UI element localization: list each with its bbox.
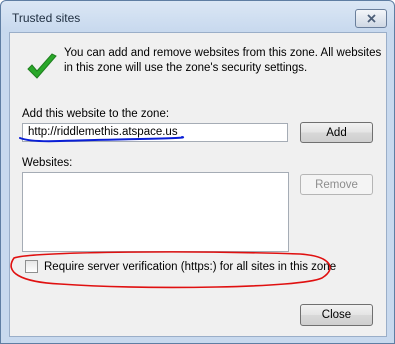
trusted-sites-dialog: Trusted sites You can add and remove web… [0,0,395,344]
https-checkbox[interactable] [25,260,38,273]
close-icon [366,14,376,23]
websites-label: Websites: [22,157,73,169]
add-site-label: Add this website to the zone: [22,108,170,120]
zone-info-text: You can add and remove websites from thi… [64,47,382,74]
add-site-input[interactable]: http://riddlemethis.atspace.us [22,123,288,142]
add-button[interactable]: Add [300,122,373,143]
title-bar[interactable]: Trusted sites [1,1,394,33]
https-option-label[interactable]: Require server verification (https:) for… [44,261,336,273]
close-button[interactable]: Close [300,304,373,326]
remove-button: Remove [300,174,373,195]
checkmark-icon [27,53,57,79]
websites-list[interactable] [22,172,289,252]
https-option-row: Require server verification (https:) for… [25,260,336,273]
window-close-button[interactable] [355,9,387,28]
window-title: Trusted sites [12,11,81,25]
dialog-body: You can add and remove websites from thi… [9,32,387,337]
